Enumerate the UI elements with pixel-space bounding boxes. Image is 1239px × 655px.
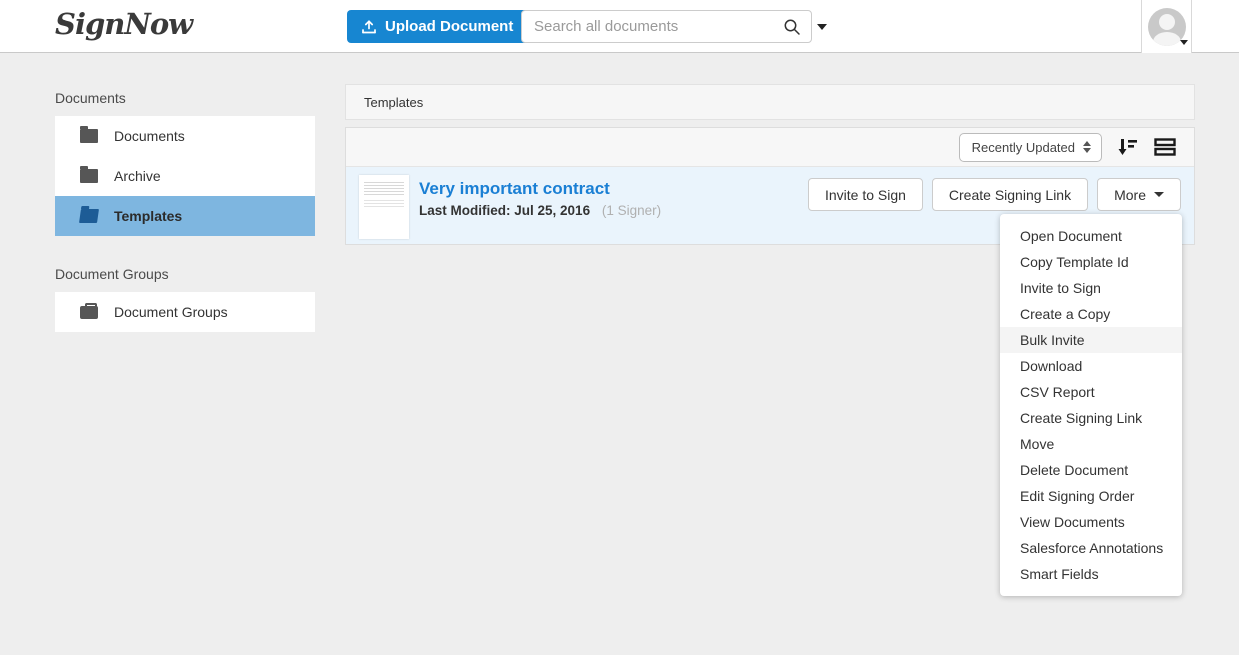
invite-to-sign-button[interactable]: Invite to Sign [808,178,923,211]
upload-button-label: Upload Document [385,18,513,35]
menu-item-bulk-invite[interactable]: Bulk Invite [1000,327,1182,353]
document-thumbnail[interactable] [359,175,409,239]
breadcrumb-templates[interactable]: Templates [364,95,423,110]
sidebar-item-label: Archive [114,168,161,184]
folder-icon [80,129,98,143]
menu-item-smart-fields[interactable]: Smart Fields [1000,561,1182,587]
menu-item-move[interactable]: Move [1000,431,1182,457]
sidebar-documents-list: Documents Archive Templates [55,116,315,236]
search-box [521,10,812,43]
more-dropdown-menu: Open Document Copy Template Id Invite to… [1000,214,1182,596]
invite-to-sign-label: Invite to Sign [825,187,906,203]
menu-item-view-documents[interactable]: View Documents [1000,509,1182,535]
sort-select-value: Recently Updated [972,140,1075,155]
folder-open-icon [79,209,99,223]
menu-item-csv-report[interactable]: CSV Report [1000,379,1182,405]
sidebar-item-documents[interactable]: Documents [55,116,315,156]
more-label: More [1114,187,1146,203]
menu-item-invite-to-sign[interactable]: Invite to Sign [1000,275,1182,301]
app-header: SignNow Upload Document [0,0,1239,53]
sidebar-document-groups-list: Document Groups [55,292,315,332]
upload-document-button[interactable]: Upload Document [347,10,531,43]
account-menu[interactable] [1141,0,1192,53]
sidebar-item-label: Document Groups [114,304,228,320]
menu-item-create-a-copy[interactable]: Create a Copy [1000,301,1182,327]
sidebar-section-documents-title: Documents [55,84,315,116]
account-caret-icon [1180,40,1188,45]
create-signing-link-label: Create Signing Link [949,187,1071,203]
sort-direction-icon[interactable] [1118,138,1138,156]
create-signing-link-button[interactable]: Create Signing Link [932,178,1088,211]
menu-item-copy-template-id[interactable]: Copy Template Id [1000,249,1182,275]
signer-count: (1 Signer) [602,203,661,218]
sort-order-select[interactable]: Recently Updated [959,133,1102,162]
sidebar: Documents Documents Archive Templates Do… [55,84,315,332]
document-meta: Last Modified: Jul 25, 2016 (1 Signer) [419,203,661,218]
search-options-caret-icon[interactable] [817,24,827,30]
caret-down-icon [1154,192,1164,197]
search-icon[interactable] [773,11,811,42]
menu-item-create-signing-link[interactable]: Create Signing Link [1000,405,1182,431]
sidebar-item-archive[interactable]: Archive [55,156,315,196]
document-title-link[interactable]: Very important contract [419,179,610,199]
menu-item-download[interactable]: Download [1000,353,1182,379]
menu-item-delete-document[interactable]: Delete Document [1000,457,1182,483]
sidebar-section-document-groups-title: Document Groups [55,260,315,292]
briefcase-icon [80,306,98,319]
sidebar-item-document-groups[interactable]: Document Groups [55,292,315,332]
row-actions: Invite to Sign Create Signing Link More [808,178,1181,211]
sidebar-item-label: Documents [114,128,185,144]
sidebar-item-label: Templates [114,208,182,224]
menu-item-edit-signing-order[interactable]: Edit Signing Order [1000,483,1182,509]
list-toolbar: Recently Updated [346,128,1194,167]
last-modified-value: Jul 25, 2016 [514,203,590,218]
more-button[interactable]: More [1097,178,1181,211]
upload-icon [361,19,377,35]
list-view-icon[interactable] [1154,138,1176,156]
sidebar-item-templates[interactable]: Templates [55,196,315,236]
select-updown-icon [1083,141,1091,153]
signnow-logo[interactable]: SignNow [55,7,192,41]
search-input[interactable] [522,18,773,35]
menu-item-salesforce-annotations[interactable]: Salesforce Annotations [1000,535,1182,561]
last-modified-label: Last Modified: [419,203,511,218]
breadcrumb: Templates [345,84,1195,120]
menu-item-open-document[interactable]: Open Document [1000,223,1182,249]
folder-icon [80,169,98,183]
